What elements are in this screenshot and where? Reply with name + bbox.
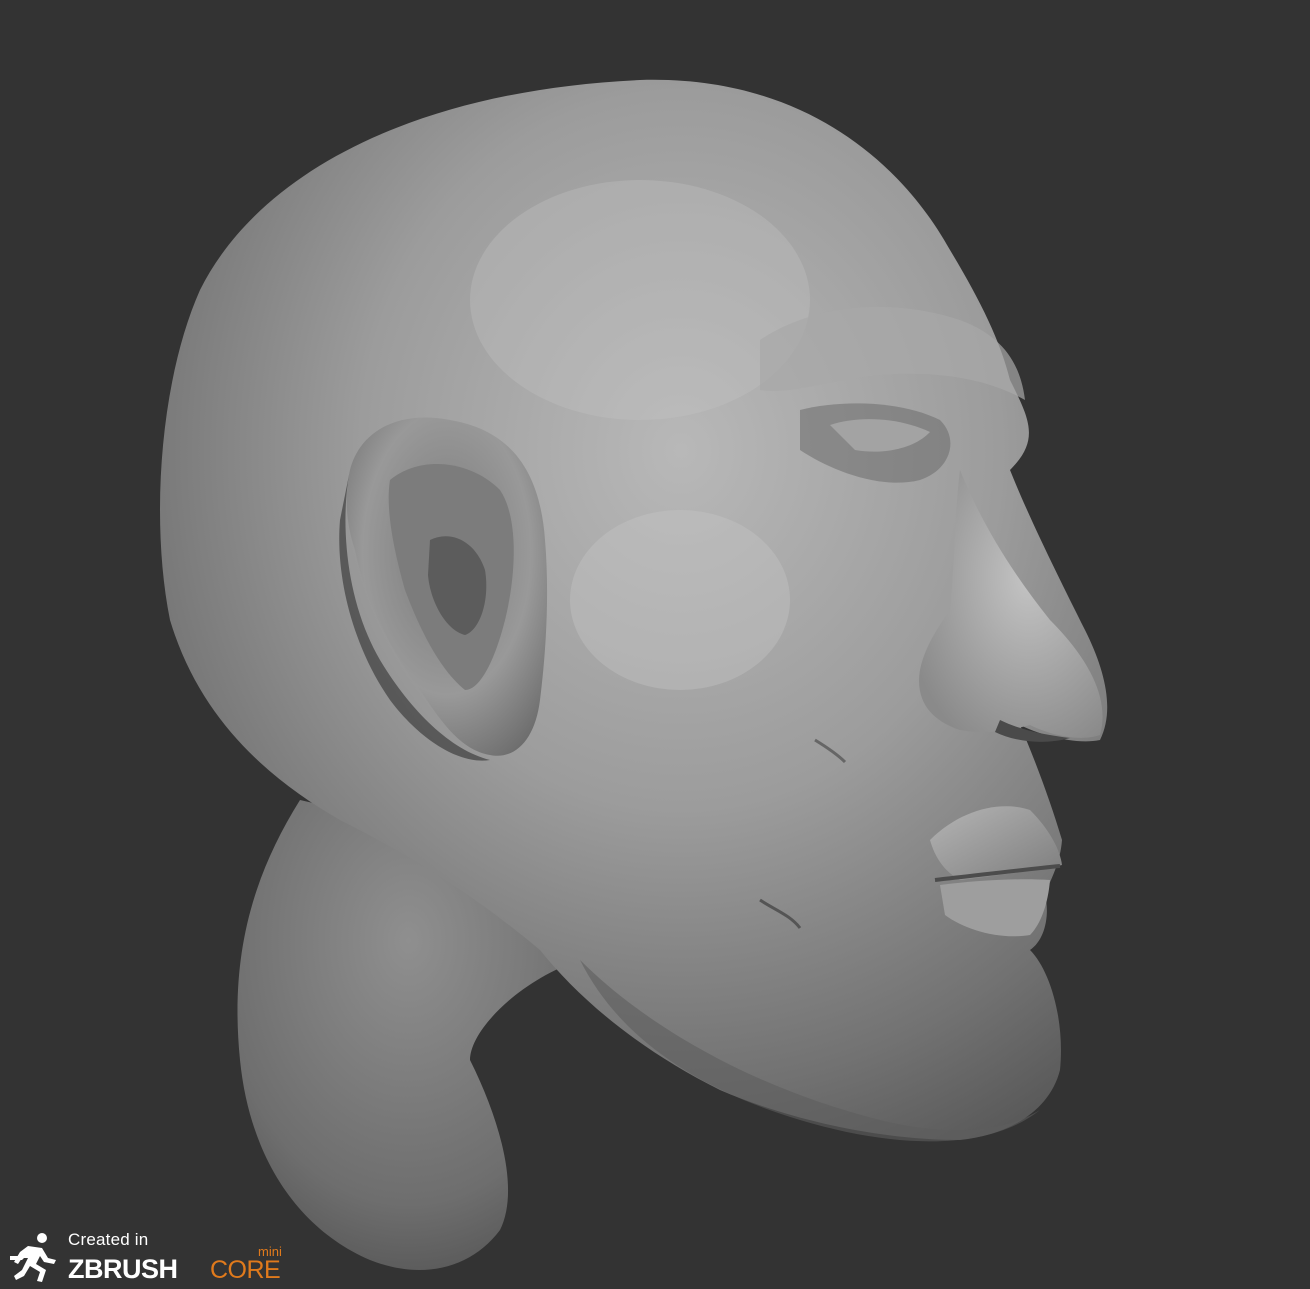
zbrush-runner-icon: [10, 1233, 56, 1282]
brand-name: ZBRUSH: [68, 1254, 178, 1284]
sculpt-viewport[interactable]: Created in ZBRUSH CORE mini: [0, 0, 1310, 1289]
cheek-highlight: [570, 510, 790, 690]
cranium-highlight: [470, 180, 810, 420]
brand-core: CORE: [210, 1256, 281, 1284]
zbrushcore-watermark: Created in ZBRUSH CORE mini: [8, 1226, 308, 1286]
created-in-label: Created in: [68, 1230, 149, 1249]
sculpted-head-model[interactable]: [0, 0, 1310, 1289]
brand-mini: mini: [258, 1244, 282, 1259]
